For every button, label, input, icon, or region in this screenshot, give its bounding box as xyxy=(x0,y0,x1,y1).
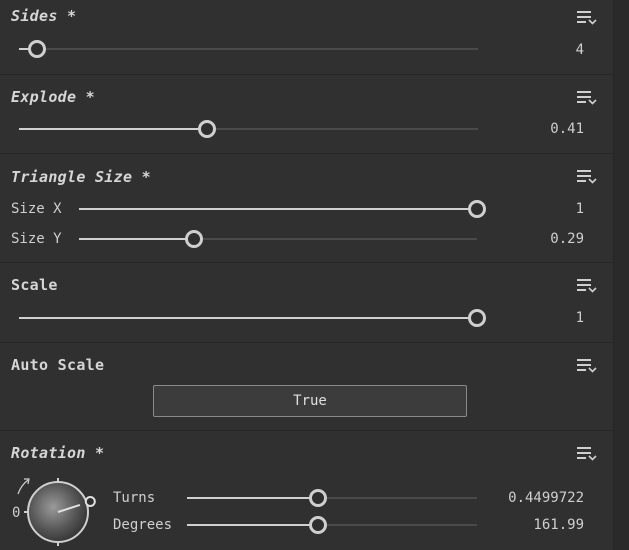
sides-slider-track[interactable] xyxy=(19,40,478,58)
list-menu-dropdown-icon[interactable] xyxy=(577,9,597,26)
explode-slider-thumb[interactable] xyxy=(198,120,217,138)
sides-value[interactable]: 4 xyxy=(576,42,584,58)
rotation-dial-handle xyxy=(84,496,96,507)
scale-value[interactable]: 1 xyxy=(576,310,584,326)
section-title-auto-scale: Auto Scale xyxy=(11,356,105,374)
turns-slider-track[interactable] xyxy=(187,489,477,507)
section-sides: Sides * 4 xyxy=(0,0,614,75)
degrees-label: Degrees xyxy=(113,517,173,533)
size-x-label: Size X xyxy=(11,201,62,217)
size-x-slider-track[interactable] xyxy=(79,200,486,218)
rotation-dial[interactable]: 0 xyxy=(12,470,96,546)
size-y-value[interactable]: 0.29 xyxy=(550,231,584,247)
section-title-triangle-size: Triangle Size * xyxy=(11,168,151,186)
size-y-slider-thumb[interactable] xyxy=(185,230,204,248)
scale-slider-thumb[interactable] xyxy=(468,309,486,327)
size-x-slider-fill xyxy=(79,208,477,210)
turns-slider-fill xyxy=(187,497,318,499)
size-x-slider-thumb[interactable] xyxy=(468,200,486,218)
vertical-scrollbar[interactable] xyxy=(613,0,629,550)
list-menu-dropdown-icon[interactable] xyxy=(577,168,597,185)
section-scale: Scale 1 xyxy=(0,262,614,343)
section-auto-scale: Auto Scale True xyxy=(0,342,614,431)
section-title-sides: Sides * xyxy=(11,7,77,25)
degrees-slider-track[interactable] xyxy=(187,516,477,534)
auto-scale-toggle-button[interactable]: True xyxy=(153,385,467,417)
turns-label: Turns xyxy=(113,490,156,506)
sides-slider-thumb[interactable] xyxy=(28,40,47,58)
scale-slider-track[interactable] xyxy=(19,309,486,327)
degrees-value[interactable]: 161.99 xyxy=(533,517,584,533)
section-title-explode: Explode * xyxy=(11,88,95,106)
section-explode: Explode * 0.41 xyxy=(0,74,614,154)
list-menu-dropdown-icon[interactable] xyxy=(577,357,597,374)
size-x-value[interactable]: 1 xyxy=(576,201,584,217)
turns-value[interactable]: 0.4499722 xyxy=(508,490,584,506)
size-y-slider-fill xyxy=(79,238,195,240)
size-y-label: Size Y xyxy=(11,231,62,247)
explode-slider-track[interactable] xyxy=(19,120,478,138)
explode-value[interactable]: 0.41 xyxy=(550,121,584,137)
list-menu-dropdown-icon[interactable] xyxy=(577,277,597,294)
scale-slider-fill xyxy=(19,317,477,319)
list-menu-dropdown-icon[interactable] xyxy=(577,89,597,106)
rotation-dial-zero-label: 0 xyxy=(12,505,21,521)
curved-arrow-icon xyxy=(17,478,30,495)
degrees-slider-thumb[interactable] xyxy=(308,516,327,534)
section-title-scale: Scale xyxy=(11,276,58,294)
explode-slider-fill xyxy=(19,128,208,130)
size-y-slider-track[interactable] xyxy=(79,230,477,248)
turns-slider-thumb[interactable] xyxy=(308,489,327,507)
section-rotation: Rotation * 0 Turns 0.4499722 Degrees 161… xyxy=(0,430,614,550)
degrees-slider-fill xyxy=(187,524,318,526)
list-menu-dropdown-icon[interactable] xyxy=(577,445,597,462)
section-triangle-size: Triangle Size * Size X 1 Size Y 0.29 xyxy=(0,153,614,263)
section-title-rotation: Rotation * xyxy=(11,444,105,462)
